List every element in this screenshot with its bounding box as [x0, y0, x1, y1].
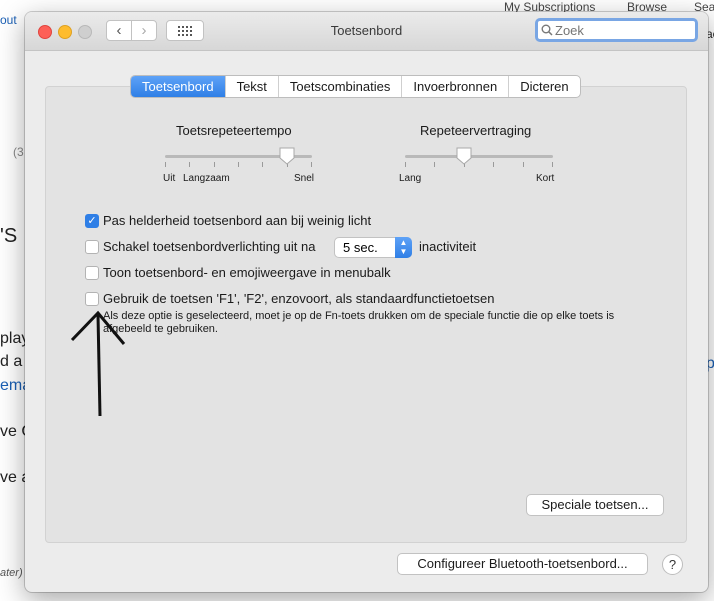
- key-repeat-label: Toetsrepeteertempo: [176, 123, 292, 138]
- fkeys-checkbox[interactable]: [85, 292, 99, 306]
- key-repeat-slow-label: Langzaam: [183, 173, 230, 184]
- tick-mark: [262, 162, 263, 167]
- tick-mark: [552, 162, 553, 167]
- tick-mark: [189, 162, 190, 167]
- bg-fragment: (3: [13, 145, 24, 159]
- tick-mark: [165, 162, 166, 167]
- search-icon: [541, 24, 553, 36]
- brightness-checkbox[interactable]: ✓: [85, 214, 99, 228]
- backlight-checkbox[interactable]: [85, 240, 99, 254]
- key-repeat-slider-thumb[interactable]: [279, 147, 295, 165]
- search-input[interactable]: [553, 22, 685, 38]
- search-field[interactable]: [535, 18, 698, 42]
- tab-tekst[interactable]: Tekst: [224, 76, 278, 97]
- title-bar[interactable]: ‹ › Toetsenbord: [25, 12, 708, 51]
- fkeys-label[interactable]: Gebruik de toetsen 'F1', 'F2', enzovoort…: [103, 291, 495, 306]
- repeat-delay-track[interactable]: [405, 155, 553, 158]
- menubar-label[interactable]: Toon toetsenbord- en emojiweergave in me…: [103, 265, 391, 280]
- fkeys-note: Als deze optie is geselecteerd, moet je …: [103, 310, 615, 322]
- tab-invoerbronnen[interactable]: Invoerbronnen: [401, 76, 508, 97]
- tab-toetsenbord[interactable]: Toetsenbord: [131, 76, 225, 97]
- backlight-suffix-label: inactiviteit: [419, 239, 477, 254]
- repeat-delay-long-label: Lang: [399, 173, 422, 184]
- bg-link-about[interactable]: out: [0, 13, 17, 27]
- repeat-delay-short-label: Kort: [536, 173, 555, 184]
- backlight-label[interactable]: Schakel toetsenbordverlichting uit na: [103, 239, 315, 254]
- repeat-delay-label: Repeteervertraging: [420, 123, 532, 138]
- key-repeat-min-label: Uit: [163, 173, 176, 184]
- configure-bluetooth-keyboard-button[interactable]: Configureer Bluetooth-toetsenbord...: [397, 553, 648, 575]
- backlight-timeout-value: 5 sec.: [343, 240, 378, 255]
- fkeys-note: afgebeeld te gebruiken.: [103, 323, 218, 335]
- bg-fragment: 'S: [0, 225, 18, 247]
- bg-fragment: d a: [0, 353, 23, 370]
- tick-mark: [493, 162, 494, 167]
- stepper-arrows-icon: ▲ ▼: [395, 237, 412, 258]
- backlight-timeout-select[interactable]: 5 sec. ▲ ▼: [334, 237, 412, 258]
- tick-mark: [434, 162, 435, 167]
- tab-toetscombinaties[interactable]: Toetscombinaties: [277, 76, 401, 97]
- tab-bar: Toetsenbord Tekst Toetscombinaties Invoe…: [130, 75, 581, 98]
- tick-mark: [523, 162, 524, 167]
- tick-mark: [311, 162, 312, 167]
- bg-fragment: ater): [0, 567, 23, 579]
- menubar-checkbox[interactable]: [85, 266, 99, 280]
- tick-mark: [405, 162, 406, 167]
- tab-dicteren[interactable]: Dicteren: [508, 76, 579, 97]
- repeat-delay-slider-thumb[interactable]: [456, 147, 472, 165]
- tick-mark: [238, 162, 239, 167]
- preferences-window: ‹ › Toetsenbord Toetsenbord Teks: [25, 12, 708, 592]
- tick-mark: [214, 162, 215, 167]
- key-repeat-max-label: Snel: [294, 173, 315, 184]
- special-keys-button[interactable]: Speciale toetsen...: [526, 494, 664, 516]
- brightness-label[interactable]: Pas helderheid toetsenbord aan bij weini…: [103, 213, 371, 228]
- help-button[interactable]: ?: [662, 554, 683, 575]
